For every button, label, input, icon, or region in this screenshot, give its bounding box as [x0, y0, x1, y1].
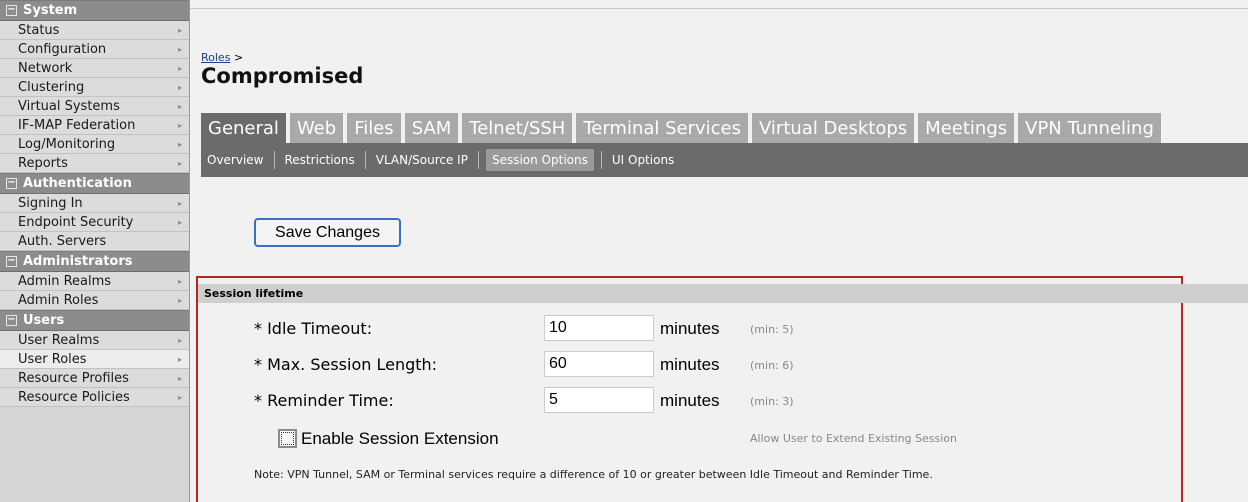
sidebar-section-authentication[interactable]: − Authentication [0, 173, 189, 194]
tab-sam[interactable]: SAM [404, 113, 459, 143]
chevron-right-icon: ▸ [177, 102, 182, 111]
subtab-vlan-source-ip[interactable]: VLAN/Source IP [370, 149, 474, 171]
sidebar-item-user-realms[interactable]: User Realms ▸ [0, 331, 189, 350]
chevron-right-icon: ▸ [177, 355, 182, 364]
tab-virtual-desktops[interactable]: Virtual Desktops [752, 113, 915, 143]
chevron-right-icon: ▸ [177, 199, 182, 208]
tab-telnet-ssh[interactable]: Telnet/SSH [462, 113, 573, 143]
collapse-icon[interactable]: − [6, 178, 17, 189]
min-hint: (min: 5) [750, 323, 794, 336]
tab-web[interactable]: Web [289, 113, 344, 143]
enable-session-extension-checkbox[interactable] [278, 429, 297, 448]
chevron-right-icon: ▸ [177, 374, 182, 383]
section-header: Session lifetime [198, 284, 1248, 303]
divider [190, 8, 1248, 9]
collapse-icon[interactable]: − [6, 315, 17, 326]
sidebar-item-reports[interactable]: Reports ▸ [0, 154, 189, 173]
idle-timeout-row: * Idle Timeout: minutes (min: 5) [198, 315, 1178, 343]
chevron-right-icon: ▸ [177, 277, 182, 286]
enable-session-extension-label[interactable]: Enable Session Extension [301, 429, 499, 449]
subtab-ui-options[interactable]: UI Options [606, 149, 680, 171]
chevron-right-icon: ▸ [177, 336, 182, 345]
subtab-bar: Overview Restrictions VLAN/Source IP Ses… [201, 143, 1248, 177]
idle-timeout-input[interactable] [544, 315, 654, 341]
tab-meetings[interactable]: Meetings [918, 113, 1015, 143]
chevron-right-icon: ▸ [177, 45, 182, 54]
tab-bar: General Web Files SAM Telnet/SSH Termina… [201, 113, 1161, 143]
unit-label: minutes [660, 391, 720, 410]
tab-terminal-services[interactable]: Terminal Services [576, 113, 749, 143]
tab-vpn-tunneling[interactable]: VPN Tunneling [1018, 113, 1161, 143]
sidebar-item-log-monitoring[interactable]: Log/Monitoring ▸ [0, 135, 189, 154]
chevron-right-icon: ▸ [177, 140, 182, 149]
sidebar-item-endpoint-security[interactable]: Endpoint Security ▸ [0, 213, 189, 232]
sidebar-item-network[interactable]: Network ▸ [0, 59, 189, 78]
sidebar-nav: − System Status ▸ Configuration ▸ Network ▸… [0, 0, 190, 502]
sidebar-item-auth-servers[interactable]: Auth. Servers [0, 232, 189, 251]
sidebar-section-label: Authentication [23, 176, 132, 191]
divider [364, 151, 366, 169]
sidebar-section-label: Administrators [23, 254, 133, 269]
min-hint: (min: 3) [750, 395, 794, 408]
chevron-right-icon: ▸ [177, 296, 182, 305]
divider [477, 151, 479, 169]
chevron-right-icon: ▸ [177, 26, 182, 35]
sidebar-item-configuration[interactable]: Configuration ▸ [0, 40, 189, 59]
chevron-right-icon: ▸ [177, 121, 182, 130]
chevron-right-icon: ▸ [177, 83, 182, 92]
sidebar-section-users[interactable]: − Users [0, 310, 189, 331]
max-session-length-label: * Max. Session Length: [254, 355, 438, 374]
breadcrumb-link-roles[interactable]: Roles [201, 51, 230, 64]
divider [600, 151, 602, 169]
sidebar-item-if-map-federation[interactable]: IF-MAP Federation ▸ [0, 116, 189, 135]
sidebar-item-resource-profiles[interactable]: Resource Profiles ▸ [0, 369, 189, 388]
sidebar-item-admin-roles[interactable]: Admin Roles ▸ [0, 291, 189, 310]
idle-timeout-label: * Idle Timeout: [254, 319, 373, 338]
sidebar-section-administrators[interactable]: − Administrators [0, 251, 189, 272]
sidebar-item-resource-policies[interactable]: Resource Policies ▸ [0, 388, 189, 407]
main-content: Roles > Compromised General Web Files SA… [190, 0, 1248, 502]
sidebar-item-admin-realms[interactable]: Admin Realms ▸ [0, 272, 189, 291]
subtab-restrictions[interactable]: Restrictions [279, 149, 361, 171]
breadcrumb: Roles > [201, 51, 243, 64]
breadcrumb-separator: > [233, 51, 244, 64]
sidebar-section-label: System [23, 3, 78, 18]
sidebar-item-signing-in[interactable]: Signing In ▸ [0, 194, 189, 213]
subtab-overview[interactable]: Overview [201, 149, 270, 171]
collapse-icon[interactable]: − [6, 5, 17, 16]
collapse-icon[interactable]: − [6, 256, 17, 267]
sidebar-item-status[interactable]: Status ▸ [0, 21, 189, 40]
reminder-time-label: * Reminder Time: [254, 391, 394, 410]
min-hint: (min: 6) [750, 359, 794, 372]
unit-label: minutes [660, 319, 720, 338]
tab-general[interactable]: General [201, 113, 286, 143]
session-note: Note: VPN Tunnel, SAM or Terminal servic… [254, 468, 933, 481]
sidebar-item-user-roles[interactable]: User Roles ▸ [0, 350, 189, 369]
sidebar-item-clustering[interactable]: Clustering ▸ [0, 78, 189, 97]
chevron-right-icon: ▸ [177, 64, 182, 73]
divider [273, 151, 275, 169]
chevron-right-icon: ▸ [177, 393, 182, 402]
sidebar-item-virtual-systems[interactable]: Virtual Systems ▸ [0, 97, 189, 116]
max-session-length-input[interactable] [544, 351, 654, 377]
max-session-length-row: * Max. Session Length: minutes (min: 6) [198, 351, 1178, 379]
session-extension-hint: Allow User to Extend Existing Session [750, 432, 957, 445]
reminder-time-row: * Reminder Time: minutes (min: 3) [198, 387, 1178, 415]
tab-files[interactable]: Files [347, 113, 401, 143]
chevron-right-icon: ▸ [177, 159, 182, 168]
subtab-session-options[interactable]: Session Options [485, 149, 594, 171]
unit-label: minutes [660, 355, 720, 374]
sidebar-section-system[interactable]: − System [0, 0, 189, 21]
page-title: Compromised [201, 64, 364, 88]
save-changes-button[interactable]: Save Changes [254, 218, 401, 247]
session-extension-row: Enable Session Extension Allow User to E… [198, 426, 1178, 450]
reminder-time-input[interactable] [544, 387, 654, 413]
chevron-right-icon: ▸ [177, 218, 182, 227]
session-lifetime-panel: Session lifetime * Idle Timeout: minutes… [196, 276, 1248, 502]
sidebar-section-label: Users [23, 313, 65, 328]
